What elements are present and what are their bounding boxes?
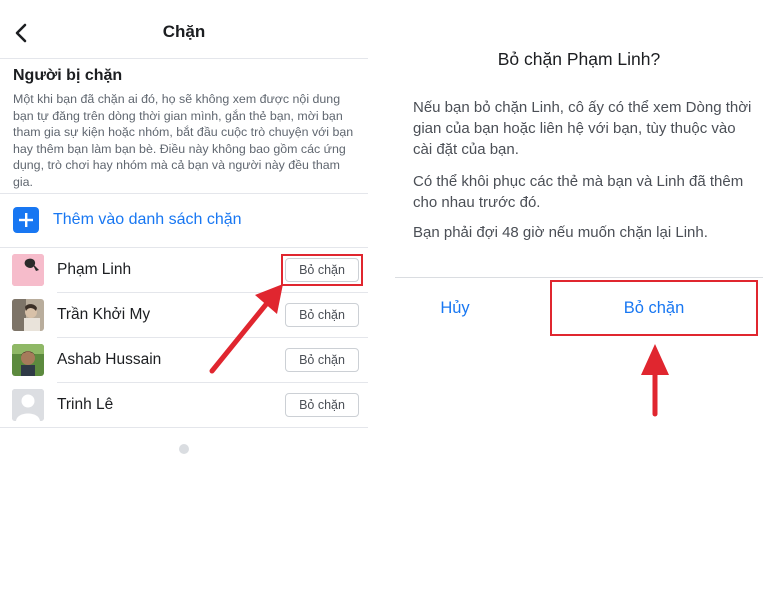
arrow-up-right-icon [209,284,283,374]
arrow-up-icon [641,344,669,417]
dialog-paragraph: Bạn phải đợi 48 giờ nếu muốn chặn lại Li… [413,224,708,241]
dialog-title: Bỏ chặn Phạm Linh? [497,49,661,69]
confirm-unblock-button[interactable]: Bỏ chặn [552,282,756,334]
dialog-divider [395,277,763,278]
dialog-paragraph: Có thể khôi phục các thẻ mà bạn và Linh … [413,173,744,211]
cancel-button[interactable]: Hủy [395,290,515,326]
dialog-paragraph: Nếu bạn bỏ chặn Linh, cô ấy có thể xem D… [413,99,752,158]
